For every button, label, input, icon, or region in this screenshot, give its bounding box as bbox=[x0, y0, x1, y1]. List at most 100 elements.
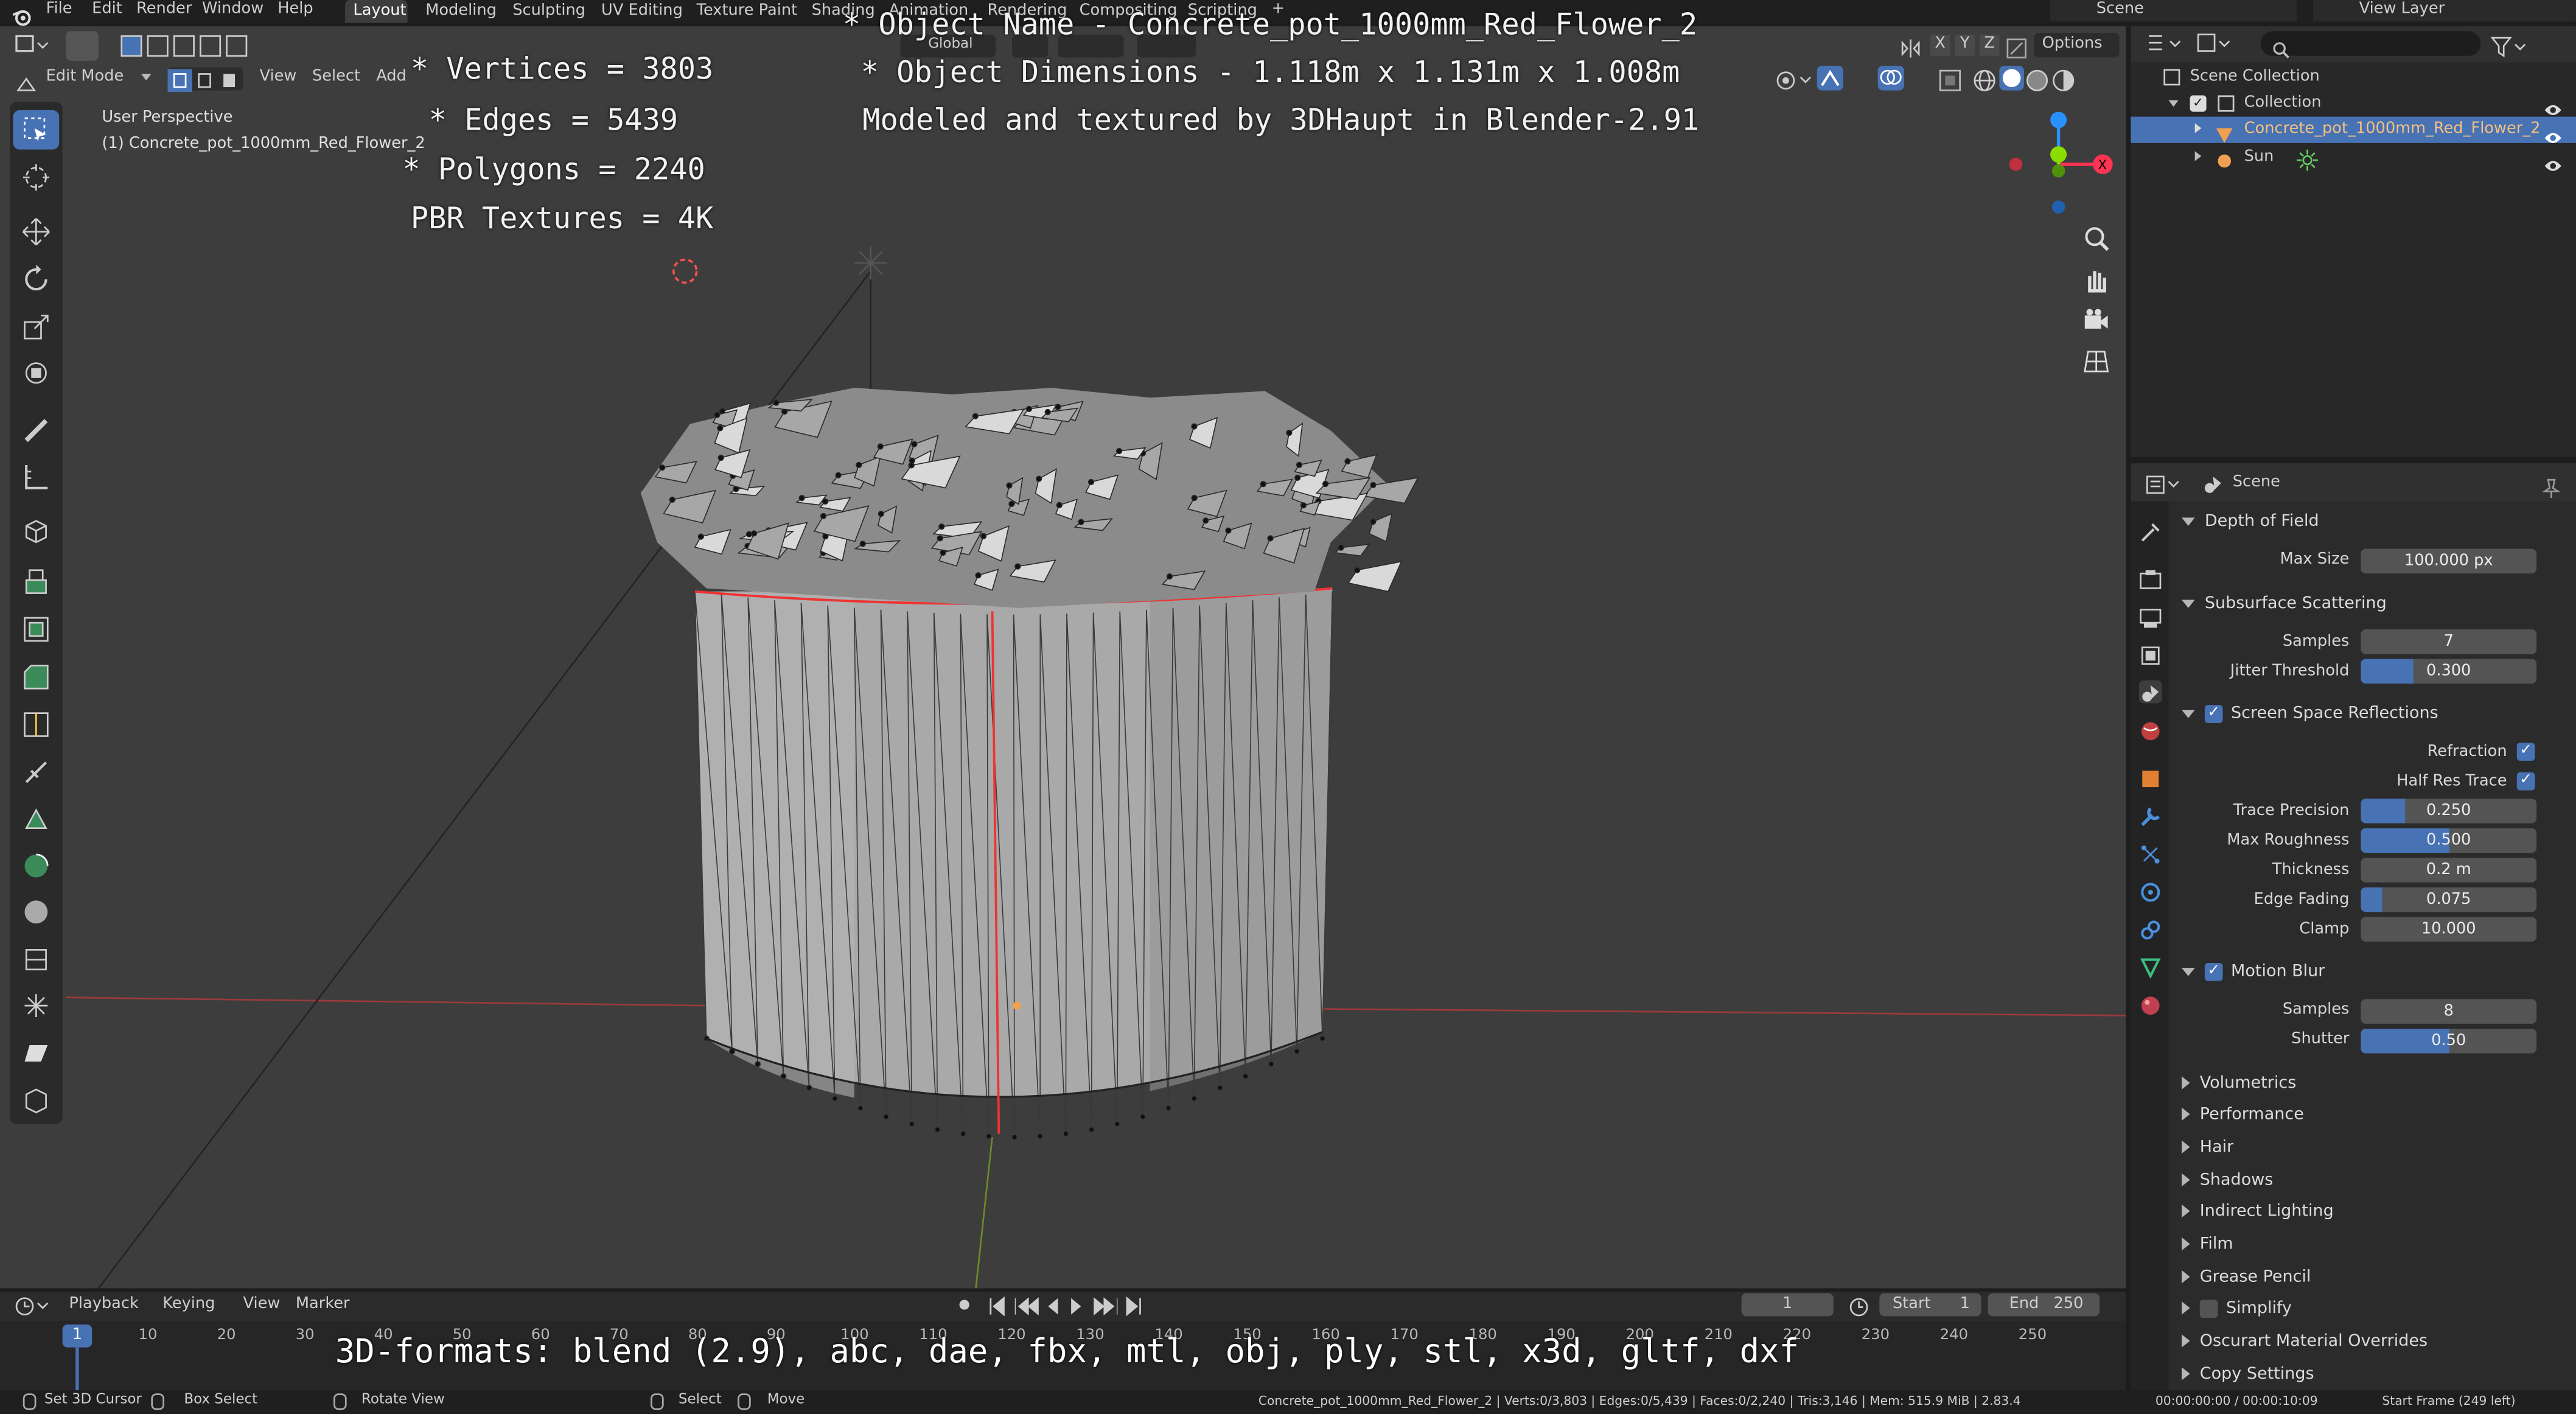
half-res-trace-checkbox[interactable]: ✓ bbox=[2516, 772, 2535, 791]
panel-indirect-lighting[interactable]: Indirect Lighting bbox=[2168, 1195, 2576, 1228]
max-roughness-field[interactable]: 0.500 bbox=[2361, 828, 2537, 853]
clamp-field[interactable]: 10.000 bbox=[2361, 917, 2537, 942]
outliner-editor-icon[interactable] bbox=[2146, 31, 2185, 55]
panel-screen-space-reflections[interactable]: ✓ Screen Space Reflections bbox=[2168, 697, 2576, 730]
panel-motion-blur[interactable]: ✓ Motion Blur bbox=[2168, 954, 2576, 987]
max-size-field[interactable]: 100.000 px bbox=[2361, 548, 2537, 574]
simplify-checkbox[interactable] bbox=[2199, 1299, 2218, 1317]
render-tab-icon[interactable] bbox=[2139, 567, 2162, 590]
ssr-enable-checkbox[interactable]: ✓ bbox=[2204, 704, 2223, 723]
scene-tab-icon[interactable] bbox=[2138, 680, 2162, 704]
tab-modeling[interactable]: Modeling bbox=[425, 2, 497, 20]
jitter-threshold-label: Jitter Threshold bbox=[2230, 662, 2350, 681]
thickness-field[interactable]: 0.2 m bbox=[2361, 858, 2537, 883]
physics-tab-icon[interactable] bbox=[2139, 879, 2162, 902]
tool-settings-tab-icon[interactable] bbox=[2139, 519, 2162, 542]
object-data-tab-icon[interactable] bbox=[2139, 954, 2162, 979]
expand-sun-icon[interactable] bbox=[2194, 151, 2202, 161]
collection-checkbox[interactable]: ✓ bbox=[2190, 95, 2207, 112]
status-rotate-view: Rotate View bbox=[361, 1391, 445, 1409]
pan-hand-icon[interactable] bbox=[2081, 265, 2111, 295]
shutter-field[interactable]: 0.50 bbox=[2361, 1028, 2537, 1054]
scene-selector[interactable] bbox=[2050, 0, 2297, 22]
outliner-object-name: Concrete_pot_1000mm_Red_Flower_2 bbox=[2244, 120, 2541, 138]
filter-icon[interactable] bbox=[2490, 33, 2527, 58]
outliner-sun[interactable]: Sun bbox=[2244, 148, 2274, 166]
timeline-keying-menu[interactable]: Keying bbox=[162, 1295, 215, 1313]
menu-render[interactable]: Render bbox=[136, 0, 192, 18]
world-tab-icon[interactable] bbox=[2139, 718, 2162, 741]
record-icon bbox=[959, 1300, 969, 1310]
output-tab-icon[interactable] bbox=[2139, 604, 2162, 628]
outliner-search-input[interactable] bbox=[2260, 31, 2481, 56]
camera-view-icon[interactable] bbox=[2081, 306, 2111, 335]
current-frame-field[interactable]: 1 bbox=[1741, 1293, 1834, 1317]
panel-simplify[interactable]: Simplify bbox=[2168, 1292, 2576, 1325]
refraction-label: Refraction bbox=[2427, 743, 2507, 761]
navigation-gizmo[interactable]: X bbox=[1996, 105, 2119, 220]
particles-tab-icon[interactable] bbox=[2139, 841, 2162, 864]
panel-performance[interactable]: Performance bbox=[2168, 1097, 2576, 1130]
panel-copy-settings-title: Copy Settings bbox=[2199, 1365, 2314, 1383]
view-layer-tab-icon[interactable] bbox=[2139, 643, 2162, 666]
tab-sculpting[interactable]: Sculpting bbox=[512, 2, 585, 20]
blender-logo-icon[interactable] bbox=[12, 2, 31, 26]
playback-controls[interactable] bbox=[986, 1293, 1147, 1317]
panel-copy-settings[interactable]: Copy Settings bbox=[2168, 1357, 2576, 1390]
jitter-threshold-field[interactable]: 0.300 bbox=[2361, 659, 2537, 684]
overlay-edges: * Edges = 5439 bbox=[428, 103, 679, 138]
trace-precision-field[interactable]: 0.250 bbox=[2361, 799, 2537, 824]
refraction-checkbox[interactable]: ✓ bbox=[2516, 743, 2535, 761]
end-frame-value: 250 bbox=[2053, 1295, 2084, 1313]
panel-hair[interactable]: Hair bbox=[2168, 1130, 2576, 1163]
zoom-icon[interactable] bbox=[2081, 223, 2111, 253]
tab-texture-paint[interactable]: Texture Paint bbox=[697, 2, 798, 20]
outliner-collection[interactable]: Collection bbox=[2244, 94, 2322, 112]
panel-subsurface-scattering[interactable]: Subsurface Scattering bbox=[2168, 587, 2576, 620]
perspective-toggle-icon[interactable] bbox=[2081, 347, 2111, 377]
sss-samples-value: 7 bbox=[2443, 632, 2454, 651]
timeline-marker-menu[interactable]: Marker bbox=[296, 1295, 350, 1313]
panel-volumetrics[interactable]: Volumetrics bbox=[2168, 1066, 2576, 1099]
jitter-threshold-value: 0.300 bbox=[2426, 662, 2471, 681]
pin-icon[interactable] bbox=[2541, 473, 2561, 498]
constraints-tab-icon[interactable] bbox=[2139, 917, 2162, 940]
menu-edit[interactable]: Edit bbox=[92, 0, 122, 18]
modifier-tab-icon[interactable] bbox=[2139, 803, 2162, 827]
trace-precision-value: 0.250 bbox=[2426, 802, 2471, 821]
panel-depth-of-field-title: Depth of Field bbox=[2204, 511, 2319, 530]
properties-editor-icon[interactable] bbox=[2144, 472, 2183, 495]
eye-icon[interactable] bbox=[2543, 94, 2563, 115]
display-mode-icon[interactable] bbox=[2195, 31, 2235, 55]
menu-window[interactable]: Window bbox=[202, 0, 264, 18]
eye-icon[interactable] bbox=[2543, 150, 2563, 171]
panel-oscurart[interactable]: Oscurart Material Overrides bbox=[2168, 1325, 2576, 1357]
mouse-left-icon bbox=[23, 1393, 37, 1410]
material-tab-icon[interactable] bbox=[2139, 993, 2162, 1016]
timeline-editor-icon[interactable] bbox=[13, 1293, 53, 1317]
view-layer-name: View Layer bbox=[2359, 0, 2445, 18]
scene-name: Scene bbox=[2096, 0, 2144, 18]
eye-icon[interactable] bbox=[2543, 122, 2563, 143]
panel-grease-pencil[interactable]: Grease Pencil bbox=[2168, 1261, 2576, 1293]
tab-uv-editing[interactable]: UV Editing bbox=[601, 2, 683, 20]
panel-shadows[interactable]: Shadows bbox=[2168, 1163, 2576, 1196]
timeline-view-menu[interactable]: View bbox=[243, 1295, 281, 1313]
panel-depth-of-field[interactable]: Depth of Field bbox=[2168, 505, 2576, 537]
timeline-playback-menu[interactable]: Playback bbox=[69, 1295, 138, 1313]
status-time: 00:00:00:00 / 00:00:10:09 bbox=[2155, 1393, 2318, 1409]
expand-collection-icon[interactable] bbox=[2168, 100, 2179, 107]
outliner-scene-collection[interactable]: Scene Collection bbox=[2190, 68, 2320, 86]
edge-fading-field[interactable]: 0.075 bbox=[2361, 887, 2537, 912]
timeline-tick-label: 20 bbox=[217, 1328, 236, 1345]
motion-blur-checkbox[interactable]: ✓ bbox=[2204, 962, 2223, 981]
mb-samples-field[interactable]: 8 bbox=[2361, 999, 2537, 1024]
record-button[interactable] bbox=[954, 1295, 974, 1315]
menu-file[interactable]: File bbox=[46, 0, 72, 18]
panel-film[interactable]: Film bbox=[2168, 1228, 2576, 1261]
clock-icon[interactable] bbox=[1848, 1293, 1869, 1317]
menu-help[interactable]: Help bbox=[277, 0, 313, 18]
object-tab-icon[interactable] bbox=[2139, 766, 2162, 789]
sss-samples-field[interactable]: 7 bbox=[2361, 629, 2537, 654]
expand-object-icon[interactable] bbox=[2194, 123, 2202, 133]
